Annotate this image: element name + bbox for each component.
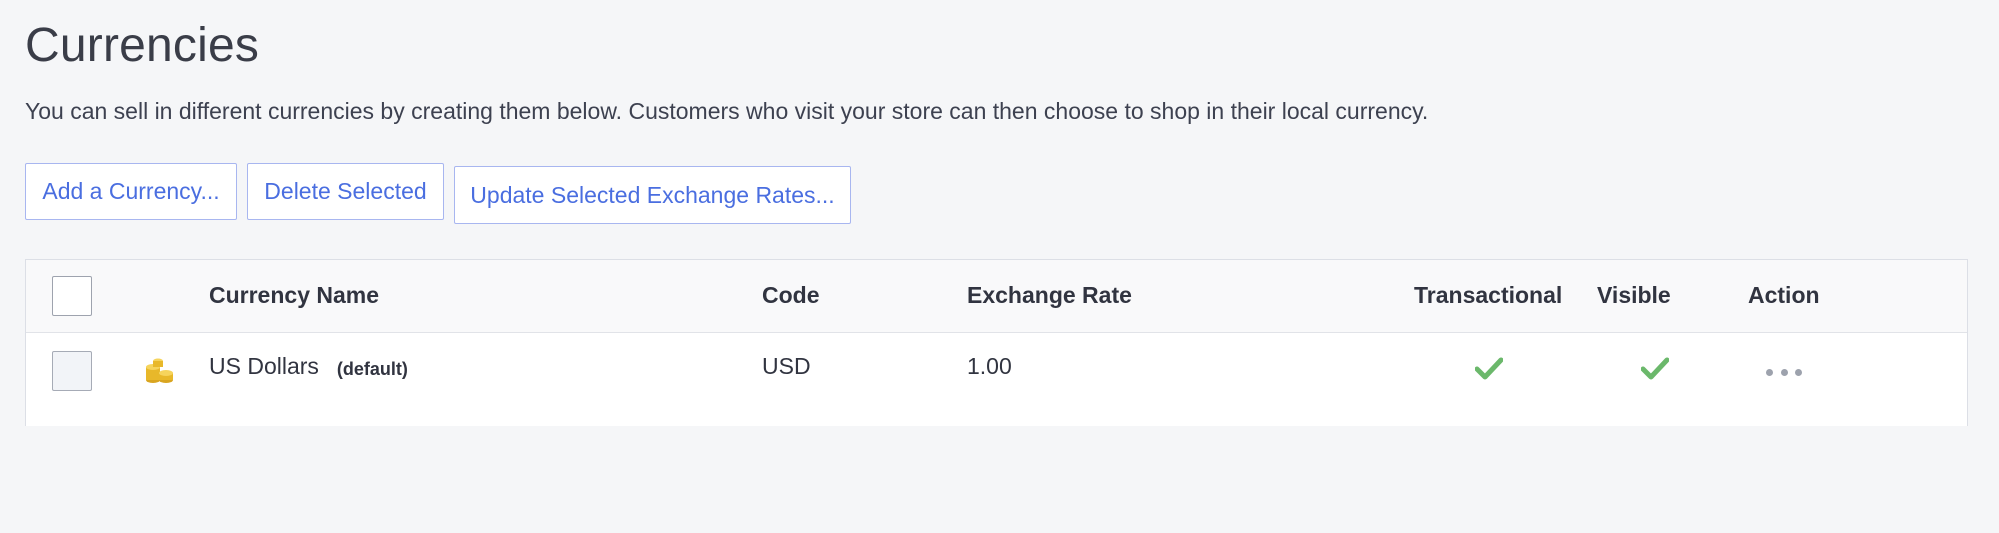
select-all-checkbox[interactable] [52,276,92,316]
visible-check-icon[interactable] [1640,356,1670,385]
currency-code: USD [762,353,811,379]
column-header-action: Action [1748,282,1820,308]
add-currency-button[interactable]: Add a Currency... [25,163,237,220]
column-header-visible[interactable]: Visible [1597,282,1671,309]
dot [1780,368,1788,376]
delete-selected-button[interactable]: Delete Selected [247,163,444,220]
currencies-table: Currency Name Code Exchange Rate Transac… [25,259,1968,426]
column-header-code[interactable]: Code [762,282,820,309]
more-actions-icon[interactable] [1766,360,1802,384]
default-tag: (default) [336,359,408,379]
table-header: Currency Name Code Exchange Rate Transac… [26,260,1967,333]
update-exchange-rates-button[interactable]: Update Selected Exchange Rates... [454,166,851,224]
coins-icon [144,353,176,390]
column-header-exchange-rate[interactable]: Exchange Rate [967,282,1132,309]
transactional-check-icon[interactable] [1474,356,1504,385]
dot [1766,368,1773,376]
exchange-rate-value: 1.00 [967,353,1012,379]
row-select-checkbox[interactable] [52,351,92,391]
page-description: You can sell in different currencies by … [25,98,1429,124]
table-row: US Dollars (default) USD 1.00 [26,333,1967,426]
currency-name-cell: US Dollars (default) [209,353,408,380]
page-title: Currencies [25,19,260,72]
column-header-currency-name[interactable]: Currency Name [209,282,379,309]
dot [1795,368,1802,376]
currency-name[interactable]: US Dollars [209,353,319,379]
column-header-transactional[interactable]: Transactional [1414,282,1562,309]
